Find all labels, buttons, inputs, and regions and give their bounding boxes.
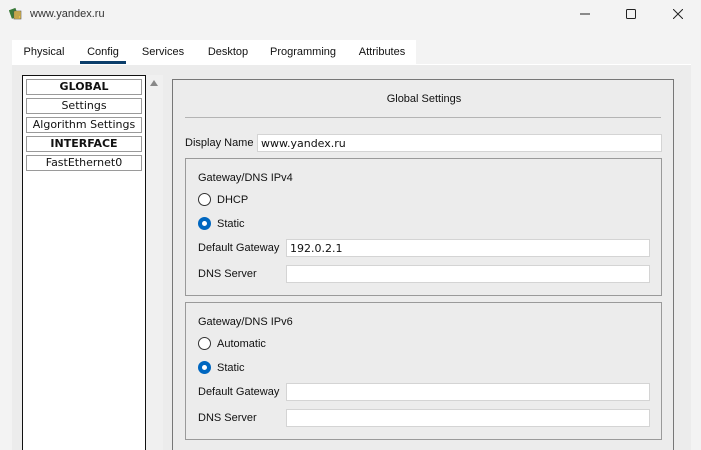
ipv6-automatic-label: Automatic: [217, 338, 266, 350]
minimize-button[interactable]: [562, 0, 608, 28]
ipv4-static-label: Static: [217, 218, 245, 230]
sidebar-item-settings[interactable]: Settings: [26, 98, 142, 114]
tab-physical[interactable]: Physical: [12, 40, 76, 64]
sidebar-item-fastethernet0[interactable]: FastEthernet0: [26, 155, 142, 171]
tab-attributes[interactable]: Attributes: [350, 40, 414, 64]
ipv6-dns-label: DNS Server: [198, 412, 257, 424]
ipv4-dns-label: DNS Server: [198, 268, 257, 280]
ipv4-dns-input[interactable]: [286, 265, 650, 283]
sidebar-item-global[interactable]: GLOBAL: [26, 79, 142, 95]
app-icon: [9, 7, 22, 20]
minimize-icon: [580, 13, 590, 15]
scroll-up-arrow-icon[interactable]: [150, 80, 158, 86]
maximize-icon: [626, 9, 636, 19]
divider: [185, 117, 661, 118]
global-settings-panel: Global Settings Display Name Gateway/DNS…: [172, 79, 674, 450]
maximize-button[interactable]: [608, 0, 654, 28]
ipv4-group: Gateway/DNS IPv4 DHCP Static Default Gat…: [185, 158, 662, 296]
tab-programming[interactable]: Programming: [264, 40, 342, 64]
ipv6-gateway-label: Default Gateway: [198, 386, 280, 398]
title-bar: www.yandex.ru: [0, 0, 701, 30]
tab-services[interactable]: Services: [134, 40, 192, 64]
ipv6-group-title: Gateway/DNS IPv6: [198, 316, 293, 328]
config-sidebar: GLOBAL Settings Algorithm Settings INTER…: [22, 75, 146, 450]
tab-bar: Physical Config Services Desktop Program…: [12, 40, 692, 66]
close-button[interactable]: [655, 0, 701, 28]
ipv4-dhcp-label: DHCP: [217, 194, 249, 206]
sidebar-scrollbar[interactable]: [146, 75, 163, 450]
sidebar-item-algorithm-settings[interactable]: Algorithm Settings: [26, 117, 142, 133]
ipv6-group: Gateway/DNS IPv6 Automatic Static Defaul…: [185, 302, 662, 440]
tab-config[interactable]: Config: [76, 40, 130, 64]
display-name-label: Display Name: [185, 137, 254, 149]
sidebar-item-interface[interactable]: INTERFACE: [26, 136, 142, 152]
ipv4-gateway-label: Default Gateway: [198, 242, 280, 254]
close-icon: [673, 9, 683, 19]
ipv4-static-radio[interactable]: [198, 217, 211, 230]
ipv6-static-radio[interactable]: [198, 361, 211, 374]
ipv4-dhcp-radio[interactable]: [198, 193, 211, 206]
ipv4-gateway-input[interactable]: [286, 239, 650, 257]
ipv6-static-label: Static: [217, 362, 245, 374]
tab-desktop[interactable]: Desktop: [200, 40, 256, 64]
ipv6-dns-input[interactable]: [286, 409, 650, 427]
window-title: www.yandex.ru: [30, 8, 105, 20]
display-name-input[interactable]: [257, 134, 662, 152]
ipv6-automatic-radio[interactable]: [198, 337, 211, 350]
ipv6-gateway-input[interactable]: [286, 383, 650, 401]
ipv4-group-title: Gateway/DNS IPv4: [198, 172, 293, 184]
panel-title: Global Settings: [386, 93, 462, 105]
